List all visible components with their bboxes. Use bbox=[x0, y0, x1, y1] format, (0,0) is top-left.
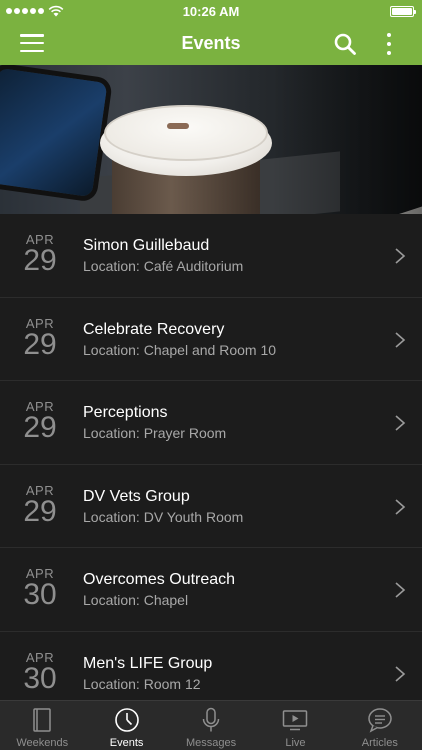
tab-label: Events bbox=[109, 737, 144, 749]
event-day: 29 bbox=[23, 244, 57, 277]
event-title: DV Vets Group bbox=[83, 487, 190, 505]
hero-image bbox=[0, 65, 422, 214]
tab-articles[interactable]: Articles bbox=[338, 701, 422, 750]
event-title: Men's LIFE Group bbox=[83, 654, 213, 672]
event-location: Location: Chapel and Room 10 bbox=[83, 341, 277, 358]
event-row[interactable]: APR 29 DV Vets Group Location: DV Youth … bbox=[0, 465, 422, 549]
tab-label: Messages bbox=[185, 737, 237, 749]
event-row[interactable]: APR 29 Perceptions Location: Prayer Room bbox=[0, 381, 422, 465]
event-day: 30 bbox=[23, 578, 57, 612]
chevron-right-icon bbox=[395, 331, 406, 348]
book-icon bbox=[33, 708, 51, 732]
event-day: 29 bbox=[23, 411, 57, 445]
chevron-right-icon bbox=[395, 499, 406, 515]
event-location: Location: Prayer Room bbox=[83, 425, 227, 442]
event-location: Location: Room 12 bbox=[83, 675, 201, 692]
signal-indicator bbox=[6, 5, 64, 17]
event-row[interactable]: APR 30 Men's LIFE Group Location: Room 1… bbox=[0, 632, 422, 700]
tab-events[interactable]: Events bbox=[84, 701, 168, 750]
tab-label: Live bbox=[285, 737, 306, 749]
event-location: Location: Chapel bbox=[83, 592, 189, 609]
tab-label: Articles bbox=[361, 737, 398, 749]
battery-icon bbox=[390, 6, 416, 17]
page-title: Events bbox=[181, 33, 241, 53]
event-title: Perceptions bbox=[83, 404, 168, 422]
tab-live[interactable]: Live bbox=[253, 701, 337, 750]
wifi-icon bbox=[48, 5, 64, 17]
event-day: 29 bbox=[23, 327, 57, 361]
nav-bar: Events bbox=[0, 22, 422, 65]
event-location: Location: Café Auditorium bbox=[83, 258, 244, 274]
tab-messages[interactable]: Messages bbox=[169, 701, 253, 750]
chevron-right-icon bbox=[395, 582, 406, 598]
event-title: Overcomes Outreach bbox=[83, 571, 236, 589]
tv-icon bbox=[283, 710, 308, 731]
event-row[interactable]: APR 29 Celebrate Recovery Location: Chap… bbox=[0, 298, 422, 382]
event-location: Location: DV Youth Room bbox=[83, 508, 244, 525]
more-vertical-icon[interactable] bbox=[384, 32, 394, 56]
chevron-right-icon bbox=[395, 666, 406, 682]
signal-strength-icon bbox=[6, 8, 44, 14]
event-row[interactable]: APR 30 Overcomes Outreach Location: Chap… bbox=[0, 548, 422, 632]
event-row[interactable]: APR 29 Simon Guillebaud Location: Café A… bbox=[0, 214, 422, 298]
status-bar: 10:26 AM bbox=[0, 0, 422, 22]
clock-icon bbox=[114, 708, 139, 732]
event-title: Celebrate Recovery bbox=[83, 320, 225, 338]
chevron-right-icon bbox=[395, 248, 406, 264]
tab-label: Weekends bbox=[16, 737, 69, 749]
event-list: APR 29 Simon Guillebaud Location: Café A… bbox=[0, 214, 422, 700]
event-title: Simon Guillebaud bbox=[83, 237, 210, 254]
microphone-icon bbox=[202, 707, 220, 732]
event-day: 29 bbox=[23, 494, 57, 528]
event-day: 30 bbox=[23, 661, 57, 695]
tab-bar: Weekends Events Messages Live Articles bbox=[0, 700, 422, 750]
chevron-right-icon bbox=[395, 415, 406, 431]
tab-weekends[interactable]: Weekends bbox=[0, 701, 84, 750]
status-time: 10:26 AM bbox=[182, 3, 240, 19]
search-icon[interactable] bbox=[333, 32, 357, 56]
chat-bubble-icon bbox=[368, 708, 392, 733]
